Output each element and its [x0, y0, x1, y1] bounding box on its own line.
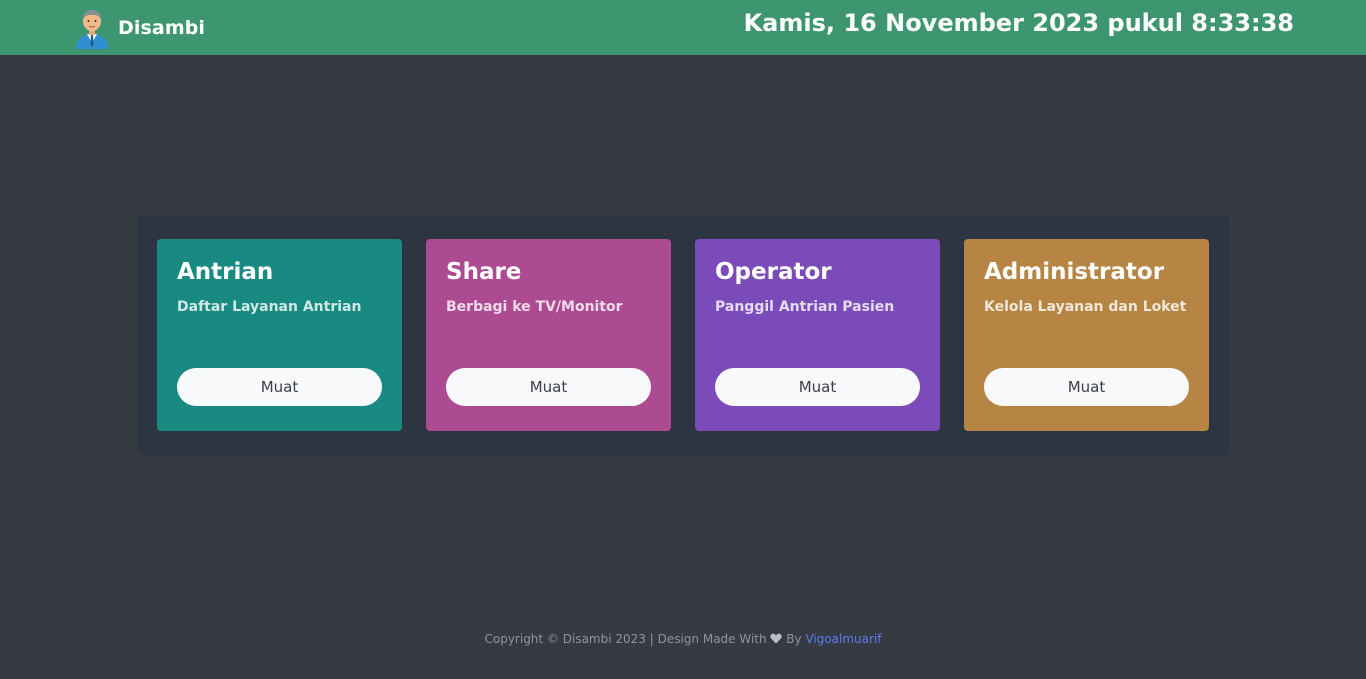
card-antrian: Antrian Daftar Layanan Antrian Muat: [157, 239, 402, 431]
card-title: Administrator: [984, 259, 1165, 285]
card-share: Share Berbagi ke TV/Monitor Muat: [426, 239, 671, 431]
businessman-avatar-icon: [76, 10, 108, 49]
load-share-button[interactable]: Muat: [446, 368, 651, 406]
datetime-display: Kamis, 16 November 2023 pukul 8:33:38: [743, 9, 1294, 37]
card-subtitle: Daftar Layanan Antrian: [177, 299, 362, 315]
footer: Copyright © Disambi 2023 | Design Made W…: [0, 632, 1366, 646]
card-subtitle: Berbagi ke TV/Monitor: [446, 299, 623, 315]
footer-by: By: [786, 632, 802, 646]
menu-panel: Antrian Daftar Layanan Antrian Muat Shar…: [137, 215, 1229, 455]
brand-name: Disambi: [118, 17, 206, 39]
author-link[interactable]: Vigoalmuarif: [805, 632, 881, 646]
brand[interactable]: Disambi: [74, 6, 205, 50]
card-title: Antrian: [177, 259, 274, 285]
card-subtitle: Kelola Layanan dan Loket: [984, 299, 1187, 315]
load-antrian-button[interactable]: Muat: [177, 368, 382, 406]
card-operator: Operator Panggil Antrian Pasien Muat: [695, 239, 940, 431]
top-navbar: Disambi Kamis, 16 November 2023 pukul 8:…: [0, 0, 1366, 55]
load-operator-button[interactable]: Muat: [715, 368, 920, 406]
card-title: Operator: [715, 259, 832, 285]
heart-icon: [770, 633, 783, 644]
card-subtitle: Panggil Antrian Pasien: [715, 299, 895, 315]
footer-copyright: Copyright © Disambi 2023 | Design Made W…: [484, 632, 767, 646]
load-administrator-button[interactable]: Muat: [984, 368, 1189, 406]
card-title: Share: [446, 259, 522, 285]
card-administrator: Administrator Kelola Layanan dan Loket M…: [964, 239, 1209, 431]
